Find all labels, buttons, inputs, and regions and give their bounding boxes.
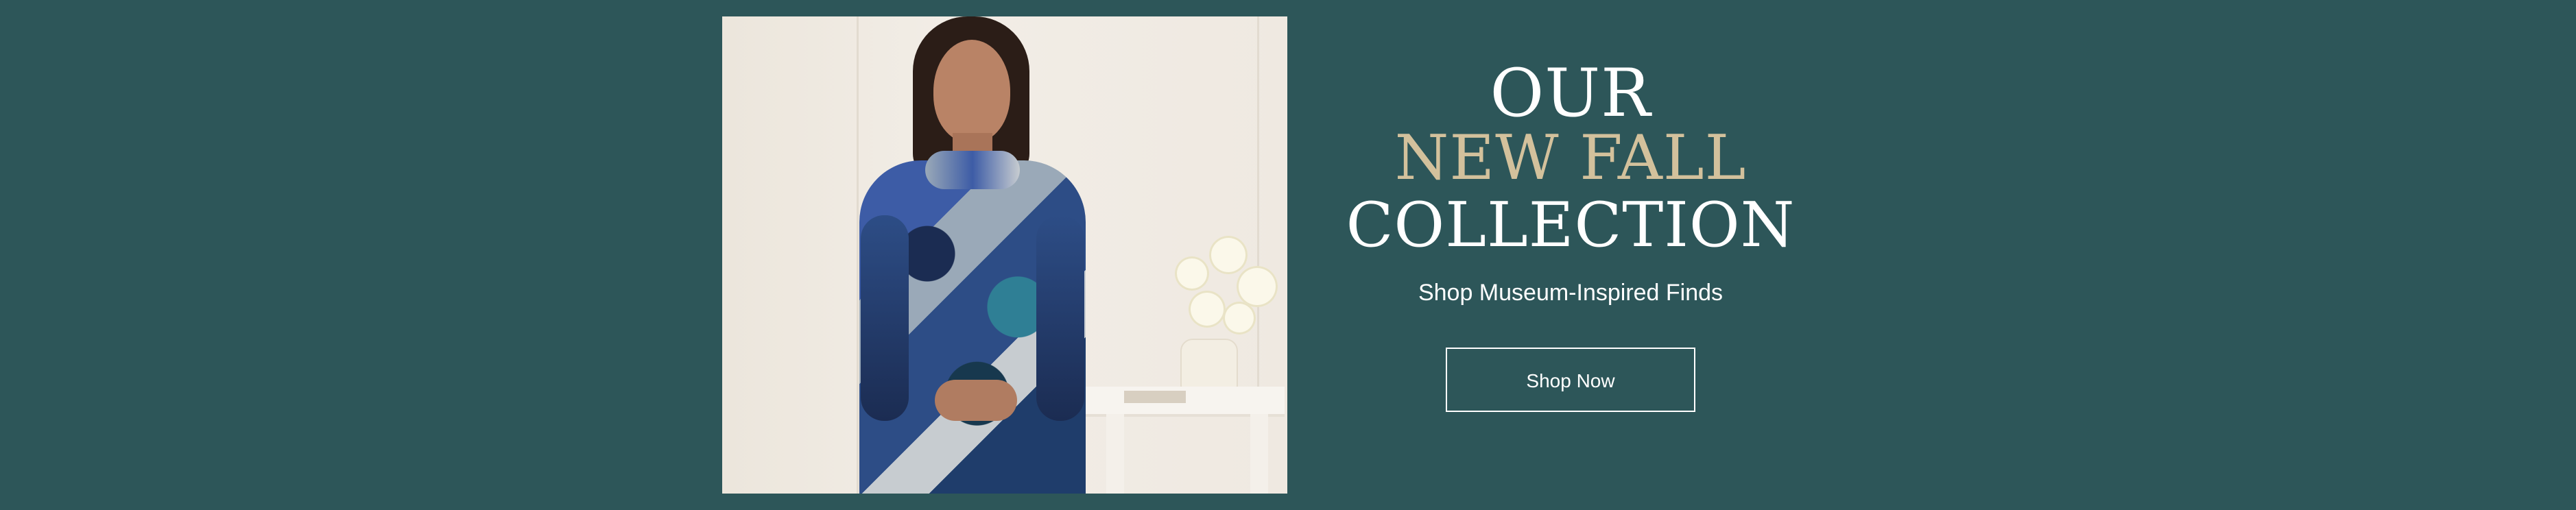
- flower-bouquet: [1161, 236, 1285, 352]
- model-figure: [818, 16, 1120, 494]
- headline-line-1: OUR: [1490, 55, 1651, 132]
- model-face: [933, 40, 1010, 143]
- hero-headline: OUR NEW FALL COLLECTION: [1317, 60, 1824, 262]
- hero-copy: OUR NEW FALL COLLECTION Shop Museum-Insp…: [1317, 60, 1824, 412]
- right-arm: [1036, 215, 1084, 421]
- hero-banner: OUR NEW FALL COLLECTION Shop Museum-Insp…: [0, 0, 2576, 510]
- sweater-collar: [925, 151, 1020, 189]
- model-hands: [935, 380, 1017, 421]
- shop-now-button[interactable]: Shop Now: [1446, 348, 1695, 412]
- headline-line-3: COLLECTION: [1346, 189, 1796, 261]
- book: [1124, 391, 1186, 403]
- left-arm: [861, 215, 909, 421]
- hero-subheadline: Shop Museum-Inspired Finds: [1418, 280, 1724, 306]
- hero-photo[interactable]: [722, 16, 1287, 494]
- table-leg: [1250, 414, 1268, 494]
- headline-line-2: NEW FALL: [1394, 122, 1747, 194]
